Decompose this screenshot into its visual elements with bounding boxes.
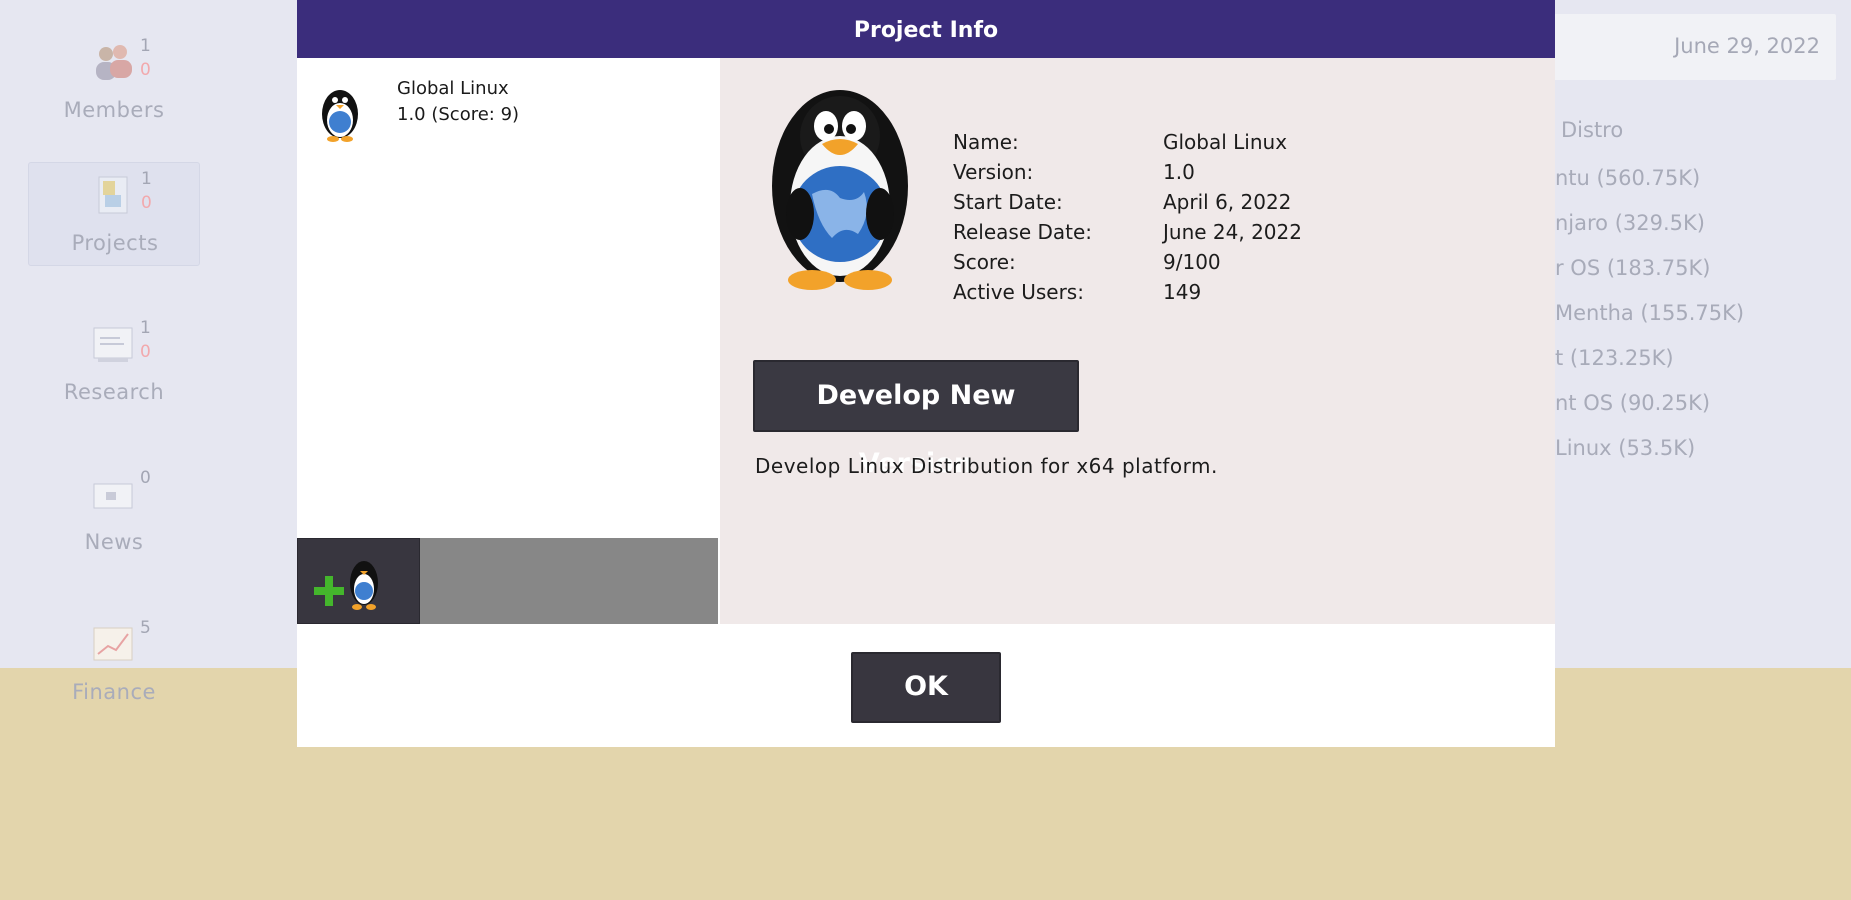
research-alert-count: 0	[140, 342, 151, 362]
sidebar-item-finance[interactable]: 5 Finance	[28, 612, 200, 716]
sidebar-item-projects[interactable]: 1 0 Projects	[28, 162, 200, 266]
distro-item[interactable]: nt OS (90.25K)	[1555, 391, 1710, 415]
members-icon	[96, 45, 132, 80]
projects-icon	[98, 176, 128, 214]
start-date-value: April 6, 2022	[1163, 190, 1292, 214]
project-list-item[interactable]: Global Linux 1.0 (Score: 9)	[317, 78, 707, 144]
members-alert-count: 0	[140, 60, 151, 80]
penguin-globe-icon	[772, 90, 908, 290]
project-list: Global Linux 1.0 (Score: 9)	[297, 58, 718, 538]
dialog-title: Project Info	[297, 0, 1555, 58]
score-value: 9/100	[1163, 250, 1221, 274]
develop-new-version-button[interactable]: Develop New Version	[753, 360, 1079, 479]
projects-count: 1	[141, 169, 152, 189]
sidebar-label-projects: Projects	[71, 231, 159, 255]
version-label: Version:	[953, 160, 1034, 184]
news-icon	[93, 483, 133, 509]
penguin-icon	[322, 90, 358, 142]
name-label: Name:	[953, 130, 1019, 154]
projects-alert-count: 0	[141, 193, 152, 213]
project-list-name: Global Linux	[397, 78, 509, 99]
sidebar-label-research: Research	[63, 380, 165, 404]
sidebar-label-finance: Finance	[72, 680, 156, 704]
sidebar-item-members[interactable]: 1 0 Members	[28, 30, 200, 134]
finance-count: 5	[140, 618, 151, 638]
date-display: June 29, 2022	[1540, 14, 1836, 80]
sidebar-label-members: Members	[63, 98, 165, 122]
score-label: Score:	[953, 250, 1016, 274]
add-penguin-icon	[314, 561, 378, 610]
news-count: 0	[140, 468, 151, 488]
distro-item[interactable]: Linux (53.5K)	[1555, 436, 1695, 460]
sidebar-label-news: News	[84, 530, 144, 554]
distro-item[interactable]: njaro (329.5K)	[1555, 211, 1705, 235]
start-date-label: Start Date:	[953, 190, 1063, 214]
project-list-version: 1.0 (Score: 9)	[397, 104, 520, 125]
sidebar-item-news[interactable]: 0 News	[28, 462, 200, 566]
name-value: Global Linux	[1163, 130, 1288, 154]
release-date-label: Release Date:	[953, 220, 1093, 244]
active-users-label: Active Users:	[953, 280, 1084, 304]
sidebar-item-research[interactable]: 1 0 Research	[28, 312, 200, 416]
project-details-panel: Name: Global Linux Version: 1.0 Start Da…	[720, 58, 1555, 624]
current-date: June 29, 2022	[1674, 34, 1820, 58]
version-value: 1.0	[1163, 160, 1195, 184]
distro-item[interactable]: r OS (183.75K)	[1555, 256, 1710, 280]
distro-item[interactable]: ntu (560.75K)	[1555, 166, 1700, 190]
sidebar: 1 0 Members 1 0 Projects 1 0 Research 0 …	[0, 0, 230, 720]
research-icon	[93, 327, 133, 362]
ok-button[interactable]: OK	[851, 652, 1001, 723]
release-date-value: June 24, 2022	[1163, 220, 1302, 244]
project-description: Develop Linux Distribution for x64 platf…	[755, 454, 1218, 478]
finance-icon	[93, 627, 133, 661]
active-users-value: 149	[1163, 280, 1202, 304]
distro-item[interactable]: t (123.25K)	[1555, 346, 1674, 370]
project-info-dialog: Project Info Global Linux 1.0 (Score: 9)	[297, 0, 1555, 747]
research-count: 1	[140, 318, 151, 338]
distro-item[interactable]: Mentha (155.75K)	[1555, 301, 1744, 325]
project-list-toolbar	[297, 538, 718, 624]
distro-panel-title: Distro	[1561, 118, 1624, 142]
add-project-button[interactable]	[297, 538, 420, 624]
members-count: 1	[140, 36, 151, 56]
